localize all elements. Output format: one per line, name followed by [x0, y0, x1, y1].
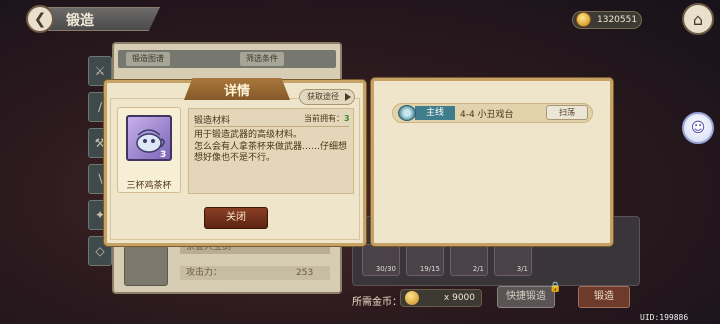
material-slot[interactable]: 30/30: [362, 244, 400, 276]
home-button[interactable]: ⌂: [682, 3, 714, 35]
close-button[interactable]: 关闭: [204, 207, 268, 229]
owned-label: 当前拥有：: [304, 114, 344, 123]
item-count: 3: [160, 150, 167, 160]
attack-value: 253: [296, 268, 314, 278]
sweep-button[interactable]: 扫荡: [546, 105, 588, 120]
forge-button[interactable]: 锻造: [578, 286, 630, 308]
back-button[interactable]: ❮: [26, 5, 54, 33]
source-type-tag: 主线: [415, 106, 455, 120]
item-description: 用于锻造武器的高级材料。 怎么会有人拿茶杯来做武器……仔细想想好像也不是不行。: [194, 130, 348, 163]
home-icon: ⌂: [692, 9, 704, 29]
sword-item-icon[interactable]: [124, 246, 168, 286]
cost-label: 所需金币：: [352, 297, 402, 308]
gold-coin-icon: [576, 12, 591, 27]
play-arrow-icon: [345, 93, 351, 101]
material-slot[interactable]: 3/1: [494, 244, 532, 276]
forge-atlas-tab[interactable]: 锻造图谱: [126, 52, 170, 66]
owned-count: 当前拥有：3: [304, 113, 350, 124]
user-id: UID:199886: [640, 313, 689, 322]
main-story-icon: [398, 105, 416, 121]
mascot-icon: ☺: [690, 120, 706, 136]
material-slot[interactable]: 2/1: [450, 244, 488, 276]
material-slot[interactable]: 19/15: [406, 244, 444, 276]
title-ribbon: [48, 7, 160, 31]
item-name: 三杯鸡茶杯: [126, 181, 172, 191]
description-divider: [194, 126, 349, 127]
floating-assistant-avatar[interactable]: ☺: [682, 112, 714, 144]
item-type: 锻造材料: [194, 116, 231, 126]
page-title: 锻造: [66, 13, 94, 29]
quick-forge-button[interactable]: 快捷锻造: [497, 286, 555, 308]
lock-icon: 🔒: [549, 282, 562, 293]
cost-coin-icon: [405, 291, 419, 305]
source-stage-name: 4-4 小丑戏台: [460, 110, 514, 120]
owned-value: 3: [344, 114, 350, 123]
arrow-left-icon: ❮: [33, 10, 47, 28]
modal-title: 详情: [223, 84, 250, 99]
filter-tab[interactable]: 筛选条件: [240, 52, 284, 66]
